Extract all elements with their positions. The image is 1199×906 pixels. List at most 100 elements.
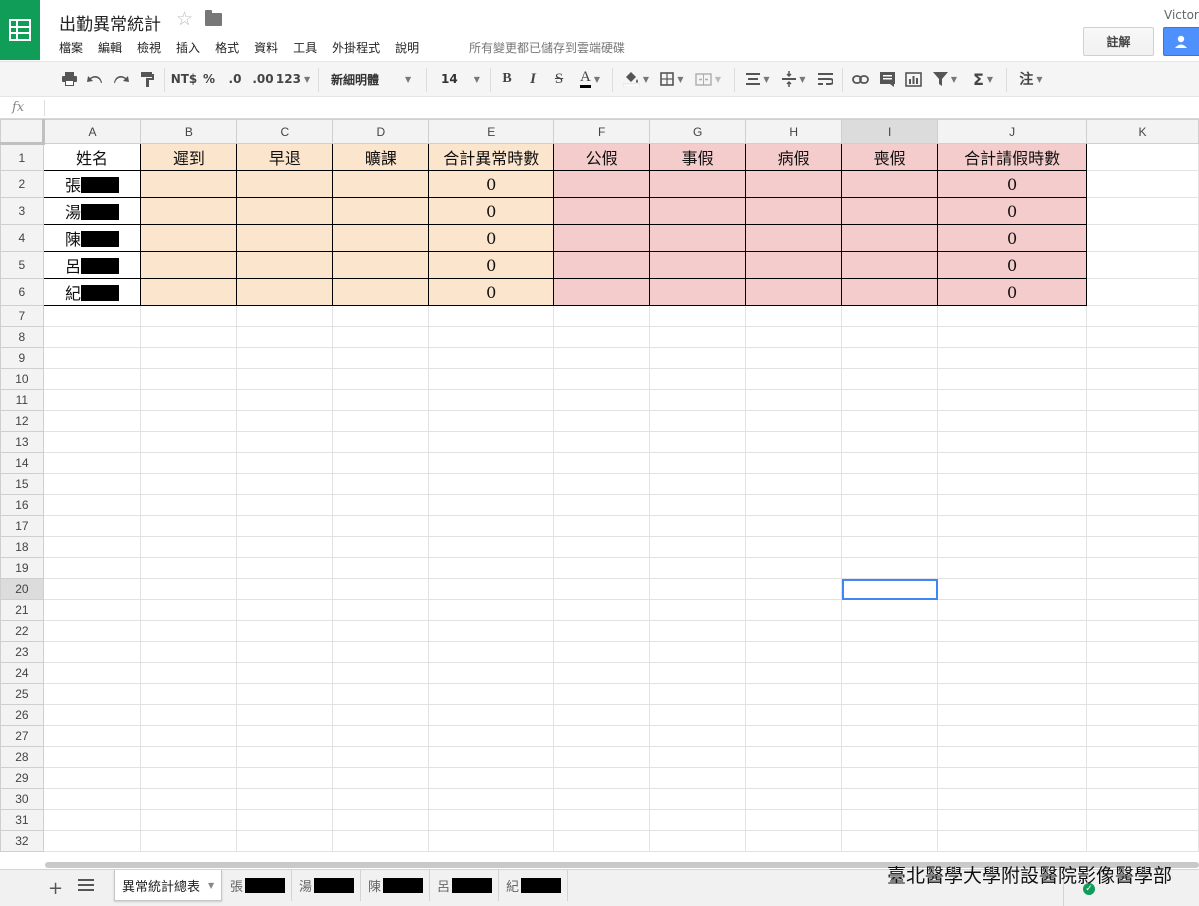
column-header[interactable]: G bbox=[649, 119, 747, 144]
cell[interactable] bbox=[1086, 536, 1199, 558]
cell[interactable] bbox=[841, 251, 939, 279]
cell[interactable] bbox=[937, 410, 1088, 432]
undo-icon[interactable] bbox=[84, 62, 106, 96]
folder-icon[interactable] bbox=[205, 10, 222, 26]
cell[interactable] bbox=[553, 641, 651, 663]
header-cell[interactable]: 事假 bbox=[649, 143, 747, 171]
cell[interactable] bbox=[649, 389, 747, 411]
cell[interactable] bbox=[553, 830, 651, 852]
cell[interactable] bbox=[428, 725, 555, 747]
cell[interactable] bbox=[1086, 473, 1199, 495]
cell[interactable] bbox=[1086, 389, 1199, 411]
cell[interactable] bbox=[332, 725, 430, 747]
cell[interactable] bbox=[42, 746, 142, 768]
cell[interactable] bbox=[332, 224, 430, 252]
cell[interactable]: 0 bbox=[428, 251, 555, 279]
cell[interactable]: 呂 bbox=[42, 251, 142, 279]
row-header[interactable]: 6 bbox=[0, 278, 44, 306]
cell[interactable] bbox=[841, 641, 939, 663]
cell[interactable] bbox=[140, 494, 238, 516]
cell[interactable] bbox=[1086, 251, 1199, 279]
cell[interactable]: 0 bbox=[937, 224, 1088, 252]
sheet-grid[interactable]: A B C D E F G H I J K 1 姓名 遲到 早退 曠課 合計異常時數 公假事… bbox=[0, 119, 1199, 859]
cell[interactable] bbox=[42, 305, 142, 327]
decrease-decimals-button[interactable]: .0 bbox=[224, 62, 246, 96]
cell[interactable] bbox=[1086, 767, 1199, 789]
cell[interactable] bbox=[1086, 410, 1199, 432]
cell[interactable] bbox=[236, 224, 334, 252]
cell[interactable] bbox=[140, 704, 238, 726]
cell[interactable] bbox=[649, 278, 747, 306]
cell[interactable] bbox=[140, 278, 238, 306]
header-cell[interactable]: 早退 bbox=[236, 143, 334, 171]
cell[interactable] bbox=[140, 620, 238, 642]
cell[interactable] bbox=[1086, 515, 1199, 537]
cell[interactable]: 陳 bbox=[42, 224, 142, 252]
cell[interactable] bbox=[649, 431, 747, 453]
cell[interactable] bbox=[236, 788, 334, 810]
cell[interactable] bbox=[236, 515, 334, 537]
cell[interactable] bbox=[937, 326, 1088, 348]
cell[interactable] bbox=[745, 578, 843, 600]
row-header[interactable]: 18 bbox=[0, 536, 44, 558]
cell[interactable] bbox=[42, 452, 142, 474]
cell[interactable] bbox=[1086, 662, 1199, 684]
cell[interactable] bbox=[1086, 557, 1199, 579]
cell[interactable] bbox=[428, 389, 555, 411]
cell[interactable] bbox=[42, 725, 142, 747]
cell[interactable] bbox=[140, 452, 238, 474]
cell[interactable] bbox=[236, 368, 334, 390]
cell[interactable] bbox=[428, 767, 555, 789]
cell[interactable] bbox=[937, 641, 1088, 663]
menu-addons[interactable]: 外掛程式 bbox=[332, 39, 380, 56]
cell[interactable] bbox=[649, 473, 747, 495]
cell[interactable] bbox=[428, 305, 555, 327]
cell[interactable] bbox=[649, 809, 747, 831]
cell[interactable] bbox=[553, 452, 651, 474]
borders-dropdown[interactable]: ▼ bbox=[656, 62, 688, 96]
cell[interactable] bbox=[937, 452, 1088, 474]
cell[interactable] bbox=[236, 170, 334, 198]
cell[interactable] bbox=[1086, 368, 1199, 390]
row-header[interactable]: 30 bbox=[0, 788, 44, 810]
column-header[interactable]: F bbox=[553, 119, 651, 144]
column-header[interactable]: K bbox=[1086, 119, 1199, 144]
cell[interactable] bbox=[649, 410, 747, 432]
row-header[interactable]: 14 bbox=[0, 452, 44, 474]
cell[interactable] bbox=[553, 224, 651, 252]
cell[interactable] bbox=[140, 431, 238, 453]
cell[interactable] bbox=[745, 452, 843, 474]
increase-decimals-button[interactable]: .00 bbox=[250, 62, 276, 96]
cell[interactable] bbox=[332, 326, 430, 348]
cell[interactable] bbox=[841, 662, 939, 684]
cell[interactable] bbox=[140, 767, 238, 789]
cell[interactable] bbox=[236, 452, 334, 474]
cell[interactable] bbox=[42, 683, 142, 705]
cell[interactable] bbox=[649, 251, 747, 279]
cell[interactable] bbox=[937, 809, 1088, 831]
cell[interactable] bbox=[745, 809, 843, 831]
menu-format[interactable]: 格式 bbox=[215, 39, 239, 56]
paint-format-icon[interactable] bbox=[136, 62, 158, 96]
cell[interactable] bbox=[1086, 347, 1199, 369]
menu-edit[interactable]: 編輯 bbox=[98, 39, 122, 56]
cell[interactable] bbox=[553, 197, 651, 225]
cell[interactable] bbox=[140, 170, 238, 198]
cell[interactable] bbox=[745, 641, 843, 663]
fill-color-dropdown[interactable]: ▼ bbox=[619, 62, 653, 96]
cell[interactable] bbox=[140, 557, 238, 579]
cell[interactable] bbox=[841, 197, 939, 225]
cell[interactable] bbox=[553, 725, 651, 747]
cell[interactable] bbox=[649, 788, 747, 810]
cell[interactable] bbox=[140, 788, 238, 810]
cell[interactable] bbox=[140, 389, 238, 411]
row-header[interactable]: 17 bbox=[0, 515, 44, 537]
cell[interactable] bbox=[332, 305, 430, 327]
cell[interactable] bbox=[140, 536, 238, 558]
cell[interactable] bbox=[937, 662, 1088, 684]
sheet-tab-person[interactable]: 紀 bbox=[499, 870, 568, 901]
cell[interactable] bbox=[841, 704, 939, 726]
cell[interactable]: 0 bbox=[937, 170, 1088, 198]
cell[interactable] bbox=[1086, 725, 1199, 747]
cell[interactable] bbox=[236, 809, 334, 831]
